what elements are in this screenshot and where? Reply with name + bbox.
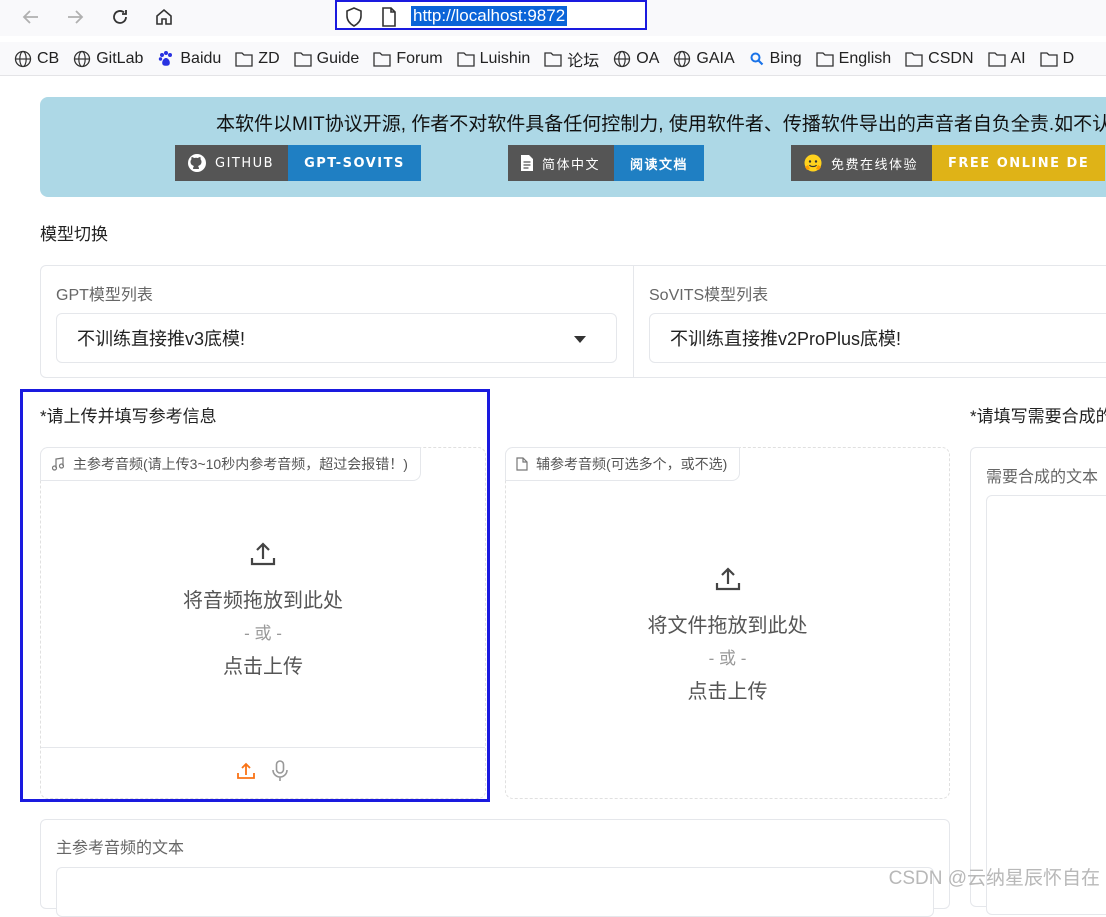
folder-icon	[905, 51, 923, 67]
microphone-icon	[272, 760, 288, 781]
bookmark-csdn[interactable]: CSDN	[905, 50, 974, 68]
microphone-button[interactable]	[270, 760, 290, 786]
folder-icon	[816, 51, 834, 67]
drop-text: 将文件拖放到此处	[647, 615, 808, 637]
click-upload-text: 点击上传	[223, 656, 303, 678]
aux-audio-dropzone[interactable]: 将文件拖放到此处 - 或 - 点击上传	[506, 565, 949, 704]
online-demo-badge[interactable]: 免费在线体验 FREE ONLINE DE	[791, 145, 1106, 181]
upload-icon	[237, 762, 255, 779]
page-icon	[382, 7, 396, 27]
bookmark-ai[interactable]: AI	[987, 50, 1026, 68]
folder-icon	[235, 51, 253, 67]
music-note-icon	[51, 457, 65, 471]
bookmark-bing[interactable]: Bing	[749, 50, 802, 68]
folder-icon	[1039, 51, 1058, 67]
folder-icon	[373, 51, 391, 67]
bookmark-baidu[interactable]: Baidu	[157, 50, 221, 68]
folder-icon	[544, 51, 562, 67]
bookmark-luntan[interactable]: 论坛	[544, 47, 599, 71]
browser-toolbar: http://localhost:9872	[0, 0, 1106, 36]
globe-icon	[674, 50, 691, 67]
license-text: 本软件以MIT协议开源, 作者不对软件具备任何控制力, 使用软件者、传播软件导出…	[216, 114, 1106, 135]
home-button[interactable]	[149, 3, 179, 31]
back-button[interactable]	[16, 3, 46, 31]
click-upload-text: 点击上传	[687, 681, 768, 703]
chevron-down-icon	[574, 336, 586, 343]
license-banner: 本软件以MIT协议开源, 作者不对软件具备任何控制力, 使用软件者、传播软件导出…	[40, 97, 1106, 197]
bookmark-gitlab[interactable]: GitLab	[73, 50, 143, 68]
upload-icon	[715, 567, 740, 591]
main-text-label: 主参考音频的文本	[56, 840, 185, 857]
folder-icon	[987, 51, 1006, 67]
globe-icon	[614, 50, 631, 67]
bookmark-oa[interactable]: OA	[613, 50, 659, 68]
synthesis-text-label: 需要合成的文本	[986, 469, 1099, 486]
main-audio-dropzone[interactable]: 将音频拖放到此处 - 或 - 点击上传	[41, 540, 485, 679]
main-audio-upload[interactable]: 主参考音频(请上传3~10秒内参考音频，超过会报错！) 将音频拖放到此处 - 或…	[40, 447, 486, 799]
shield-icon	[346, 7, 362, 27]
synthesis-textarea[interactable]	[986, 495, 1106, 915]
gpt-model-value: 不训练直接推v3底模!	[77, 329, 246, 349]
upload-source-bar	[41, 747, 485, 798]
synthesis-text-panel: 需要合成的文本	[970, 447, 1106, 915]
github-badge[interactable]: GITHUB GPT-SOVITS	[175, 145, 421, 181]
model-switch-title: 模型切换	[40, 225, 108, 244]
csdn-watermark: CSDN @云纳星辰怀自在	[888, 868, 1100, 889]
bookmark-luishin[interactable]: Luishin	[456, 50, 530, 68]
aux-audio-label: 辅参考音频(可选多个，或不选)	[505, 447, 741, 481]
forward-button[interactable]	[60, 3, 90, 31]
aux-audio-upload[interactable]: 辅参考音频(可选多个，或不选) 将文件拖放到此处 - 或 - 点击上传	[505, 447, 950, 799]
folder-icon	[456, 51, 475, 67]
main-audio-label: 主参考音频(请上传3~10秒内参考音频，超过会报错！)	[40, 447, 421, 481]
bookmark-english[interactable]: English	[816, 50, 891, 68]
bookmark-gaia[interactable]: GAIA	[673, 50, 735, 68]
folder-icon	[293, 51, 312, 67]
or-text: - 或 -	[244, 624, 282, 643]
search-icon	[750, 52, 763, 65]
bookmark-d[interactable]: D	[1039, 50, 1074, 68]
reload-icon	[113, 10, 127, 24]
gpt-model-dropdown[interactable]: 不训练直接推v3底模!	[56, 313, 617, 363]
bookmark-cb[interactable]: CB	[14, 50, 59, 68]
globe-icon	[14, 50, 32, 67]
sovits-model-label: SoVITS模型列表	[649, 287, 769, 304]
baidu-paw-icon	[159, 50, 173, 66]
bookmark-guide[interactable]: Guide	[293, 50, 359, 68]
upload-source-button[interactable]	[236, 761, 256, 785]
bookmark-forum[interactable]: Forum	[373, 50, 443, 68]
reload-button[interactable]	[105, 3, 135, 31]
arrow-right-icon	[68, 10, 84, 24]
globe-icon	[74, 50, 91, 67]
main-text-input[interactable]	[56, 867, 934, 917]
synthesis-title: *请填写需要合成的	[970, 407, 1106, 426]
address-bar[interactable]: http://localhost:9872	[335, 0, 647, 30]
upload-icon	[250, 542, 276, 566]
sovits-model-value: 不训练直接推v2ProPlus底模!	[670, 329, 902, 349]
divider	[633, 266, 634, 377]
sovits-model-dropdown[interactable]: 不训练直接推v2ProPlus底模!	[649, 313, 1106, 363]
bookmark-zd[interactable]: ZD	[235, 50, 280, 68]
drop-text: 将音频拖放到此处	[183, 590, 343, 612]
document-icon	[521, 155, 533, 171]
arrow-left-icon	[22, 10, 38, 24]
gpt-model-label: GPT模型列表	[56, 287, 153, 304]
home-icon	[156, 8, 172, 25]
url-text[interactable]: http://localhost:9872	[411, 6, 568, 26]
or-text: - 或 -	[708, 649, 747, 668]
hugging-face-icon	[804, 154, 822, 172]
file-icon	[516, 457, 528, 471]
docs-badge[interactable]: 简体中文 阅读文档	[508, 145, 705, 181]
bookmarks-bar: CB GitLab Baidu ZD Guide Forum Luishin 论…	[0, 42, 1106, 76]
github-icon	[188, 154, 206, 172]
model-switch-panel: GPT模型列表 不训练直接推v3底模! SoVITS模型列表 不训练直接推v2P…	[40, 265, 1106, 378]
